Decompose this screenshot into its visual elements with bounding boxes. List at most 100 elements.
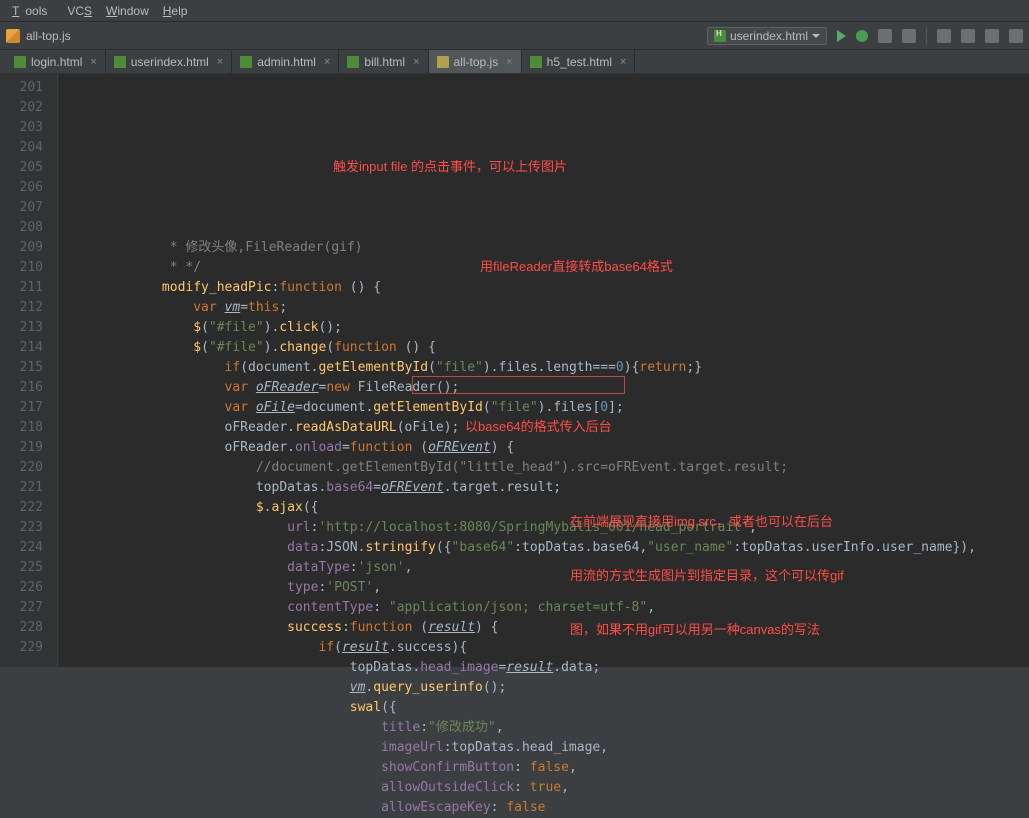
tab-label: login.html (31, 55, 82, 69)
html-icon (530, 56, 542, 68)
code-line[interactable]: var oFile=document.getElementById("file"… (68, 398, 976, 418)
tab-label: bill.html (364, 55, 405, 69)
code-line[interactable]: if(result.success){ (68, 638, 976, 658)
line-number: 202 (0, 98, 43, 118)
line-gutter: 2012022032042052062072082092102112122132… (0, 74, 58, 667)
code-line[interactable]: success:function (result) { (68, 618, 976, 638)
tab-all-top.js[interactable]: all-top.js× (429, 50, 522, 73)
code-line[interactable]: oFReader.readAsDataURL(oFile); (68, 418, 976, 438)
code-line[interactable]: topDatas.head_image=result.data; (68, 658, 976, 678)
line-number: 204 (0, 138, 43, 158)
close-icon[interactable]: × (321, 56, 330, 68)
close-icon[interactable]: × (410, 56, 419, 68)
menu-window[interactable]: Window (100, 2, 155, 20)
line-number: 206 (0, 178, 43, 198)
code-line[interactable]: oFReader.onload=function (oFREvent) { (68, 438, 976, 458)
line-number: 227 (0, 598, 43, 618)
code-line[interactable]: topDatas.base64=oFREvent.target.result; (68, 478, 976, 498)
code-line[interactable]: modify_headPic:function () { (68, 278, 976, 298)
line-number: 212 (0, 298, 43, 318)
line-number: 219 (0, 438, 43, 458)
code-line[interactable]: * 修改头像,FileReader(gif) (68, 238, 976, 258)
menu-bar: Tools VCS Window Help (0, 0, 1029, 22)
code-area[interactable]: 触发input file 的点击事件，可以上传图片 用fileReader直接转… (58, 74, 976, 667)
html-icon (114, 56, 126, 68)
tab-h5_test.html[interactable]: h5_test.html × (522, 50, 636, 73)
code-line[interactable]: data:JSON.stringify({"base64":topDatas.b… (68, 538, 976, 558)
line-number: 203 (0, 118, 43, 138)
separator (926, 27, 927, 45)
line-number: 228 (0, 618, 43, 638)
run-config-selector[interactable]: userindex.html (707, 27, 827, 45)
tab-label: h5_test.html (547, 55, 612, 69)
code-line[interactable]: url:'http://localhost:8080/SpringMybatis… (68, 518, 976, 538)
line-number: 208 (0, 218, 43, 238)
code-line[interactable]: $("#file").click(); (68, 318, 976, 338)
toolbar: all-top.js userindex.html (0, 22, 1029, 50)
close-icon[interactable]: × (503, 56, 512, 68)
toolbar-icon-3[interactable] (937, 29, 951, 43)
code-editor[interactable]: 2012022032042052062072082092102112122132… (0, 74, 1029, 667)
code-line[interactable]: type:'POST', (68, 578, 976, 598)
line-number: 222 (0, 498, 43, 518)
code-line[interactable]: title:"修改成功", (68, 718, 976, 738)
file-icon (6, 29, 20, 43)
code-line[interactable]: vm.query_userinfo(); (68, 678, 976, 698)
code-line[interactable]: showConfirmButton: false, (68, 758, 976, 778)
line-number: 221 (0, 478, 43, 498)
menu-vcs[interactable]: VCS (61, 2, 98, 20)
line-number: 213 (0, 318, 43, 338)
line-number: 201 (0, 78, 43, 98)
close-icon[interactable]: × (214, 56, 223, 68)
code-line[interactable]: //document.getElementById("little_head")… (68, 458, 976, 478)
code-line[interactable]: allowEscapeKey: false (68, 798, 976, 818)
html-icon (714, 30, 726, 42)
line-number: 218 (0, 418, 43, 438)
code-line[interactable]: imageUrl:topDatas.head_image, (68, 738, 976, 758)
menu-help[interactable]: Help (157, 2, 194, 20)
run-config-label: userindex.html (730, 29, 808, 43)
toolbar-icon-2[interactable] (902, 29, 916, 43)
tab-login.html[interactable]: login.html × (6, 50, 106, 73)
line-number: 210 (0, 258, 43, 278)
line-number: 214 (0, 338, 43, 358)
line-number: 205 (0, 158, 43, 178)
toolbar-icon-1[interactable] (878, 29, 892, 43)
code-line[interactable]: dataType:'json', (68, 558, 976, 578)
tab-label: admin.html (257, 55, 316, 69)
toolbar-icon-5[interactable] (985, 29, 999, 43)
chevron-down-icon (812, 34, 820, 38)
code-line[interactable]: swal({ (68, 698, 976, 718)
tab-admin.html[interactable]: admin.html × (232, 50, 339, 73)
tab-userindex.html[interactable]: userindex.html× (106, 50, 232, 73)
annotation-1: 触发input file 的点击事件，可以上传图片 (333, 157, 567, 177)
current-file-label: all-top.js (26, 29, 71, 43)
line-number: 223 (0, 518, 43, 538)
code-line[interactable]: * */ (68, 258, 976, 278)
line-number: 224 (0, 538, 43, 558)
debug-icon[interactable] (856, 30, 868, 42)
line-number: 220 (0, 458, 43, 478)
html-icon (240, 56, 252, 68)
code-line[interactable]: contentType: "application/json; charset=… (68, 598, 976, 618)
code-line[interactable]: $.ajax({ (68, 498, 976, 518)
html-icon (14, 56, 26, 68)
code-line[interactable]: var vm=this; (68, 298, 976, 318)
line-number: 225 (0, 558, 43, 578)
close-icon[interactable]: × (87, 56, 96, 68)
toolbar-icon-4[interactable] (961, 29, 975, 43)
js-icon (437, 56, 449, 68)
code-line[interactable]: if(document.getElementById("file").files… (68, 358, 976, 378)
run-icon[interactable] (837, 30, 846, 42)
menu-tools[interactable]: Tools (6, 2, 59, 20)
code-line[interactable]: $("#file").change(function () { (68, 338, 976, 358)
line-number: 209 (0, 238, 43, 258)
code-line[interactable]: var oFReader=new FileReader(); (68, 378, 976, 398)
line-number: 207 (0, 198, 43, 218)
tab-bill.html[interactable]: bill.html × (339, 50, 428, 73)
toolbar-icon-6[interactable] (1009, 29, 1023, 43)
code-line[interactable]: allowOutsideClick: true, (68, 778, 976, 798)
line-number: 229 (0, 638, 43, 658)
close-icon[interactable]: × (617, 56, 626, 68)
line-number: 216 (0, 378, 43, 398)
